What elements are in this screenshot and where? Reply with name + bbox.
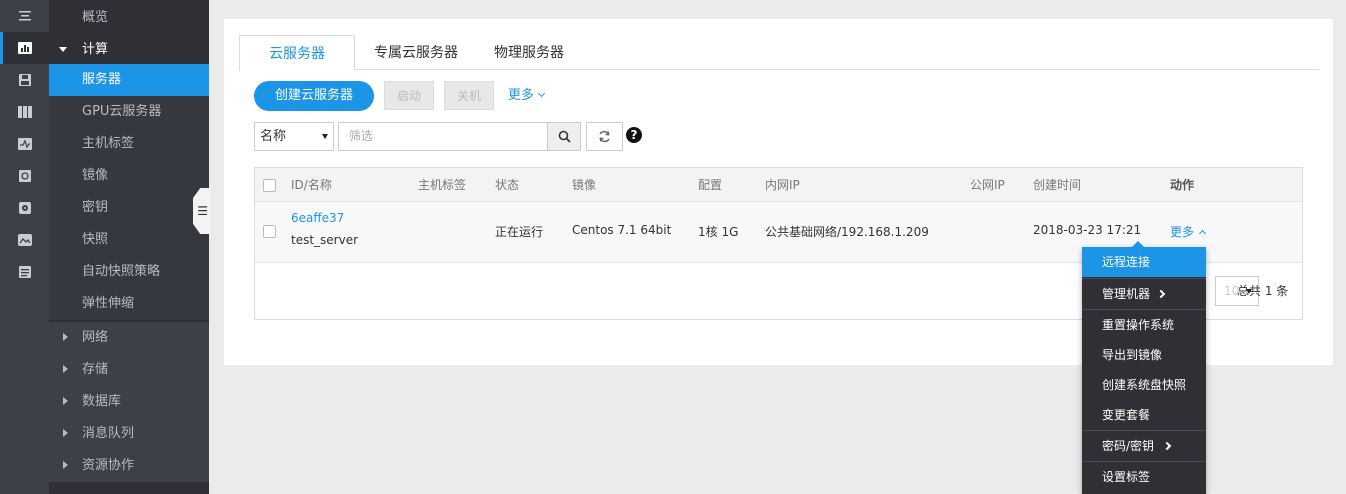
tab-physical-servers[interactable]: 物理服务器 <box>481 35 577 71</box>
start-button[interactable]: 启动 <box>384 81 434 110</box>
sidebar-group-collab[interactable]: 资源协作 <box>49 450 209 482</box>
sidebar-item-host-tags[interactable]: 主机标签 <box>49 128 209 160</box>
column-header[interactable]: ID/名称 <box>291 168 332 202</box>
sidebar-item-images[interactable]: 镜像 <box>49 160 209 192</box>
dashboard-icon[interactable] <box>0 32 49 64</box>
sidebar-group-label: 存储 <box>82 362 109 377</box>
server-id-link[interactable]: 6eaffe37 <box>291 211 344 225</box>
server-private-ip: 公共基础网络/192.168.1.209 <box>765 225 929 239</box>
refresh-box-icon[interactable] <box>0 160 49 192</box>
filter-field-select[interactable]: 名称 <box>254 122 334 151</box>
menu-item-label: 密码/密钥 <box>1102 439 1155 453</box>
sidebar-group-mq[interactable]: 消息队列 <box>49 418 209 450</box>
column-header: 内网IP <box>765 178 800 192</box>
more-label: 更多 <box>508 88 535 103</box>
table-header: ID/名称 主机标签 状态 镜像 配置 内网IP 公网IP 创建时间 动作 <box>255 168 1302 202</box>
menu-icon[interactable] <box>0 0 49 32</box>
server-image: Centos 7.1 64bit <box>572 223 672 237</box>
row-more-actions[interactable]: 更多 <box>1170 223 1207 240</box>
sidebar-group-database[interactable]: 数据库 <box>49 386 209 418</box>
sidebar-item-keys[interactable]: 密钥 <box>49 192 209 224</box>
sidebar-group-compute[interactable]: 计算 <box>49 34 209 66</box>
column-header: 配置 <box>698 178 723 192</box>
sidebar-item-auto-snapshot[interactable]: 自动快照策略 <box>49 256 209 288</box>
menu-item-reset-os[interactable]: 重置操作系统 <box>1082 310 1206 340</box>
menu-item-set-tags[interactable]: 设置标签 <box>1082 462 1206 492</box>
menu-item-label: 管理机器 <box>1102 287 1151 301</box>
refresh-button[interactable] <box>586 122 623 151</box>
caret-right-icon <box>63 429 68 437</box>
chevron-right-icon <box>1156 289 1166 299</box>
total-count: 总共 1 条 <box>1237 284 1289 298</box>
chevron-right-icon <box>1162 441 1172 451</box>
row-action-menu: 远程连接 管理机器 重置操作系统 导出到镜像 创建系统盘快照 变更套餐 密码/密… <box>1082 241 1206 494</box>
select-all-checkbox[interactable] <box>263 179 276 192</box>
collapse-icon: ☰ <box>197 204 208 218</box>
sidebar-item-servers[interactable]: 服务器 <box>49 64 209 96</box>
menu-item-change-plan[interactable]: 变更套餐 <box>1082 400 1206 430</box>
row-checkbox[interactable] <box>263 225 276 238</box>
menu-item-password-key[interactable]: 密码/密钥 <box>1082 431 1206 461</box>
sidebar-collapse-toggle[interactable]: ☰ <box>193 188 211 234</box>
row-more-label: 更多 <box>1170 225 1195 239</box>
sidebar-group-label: 数据库 <box>82 394 122 409</box>
tab-bar: 云服务器 专属云服务器 物理服务器 <box>239 35 1319 71</box>
table-icon[interactable] <box>0 96 49 128</box>
sidebar-group-label: 消息队列 <box>82 426 135 441</box>
server-name: test_server <box>291 233 359 247</box>
chevron-up-icon <box>1198 229 1207 238</box>
caret-right-icon <box>63 365 68 373</box>
sidebar-item-snapshots[interactable]: 快照 <box>49 224 209 256</box>
icon-rail <box>0 0 49 494</box>
menu-item-manage-machine[interactable]: 管理机器 <box>1082 279 1206 309</box>
caret-right-icon <box>63 333 68 341</box>
save-icon[interactable] <box>0 64 49 96</box>
menu-item-export-image[interactable]: 导出到镜像 <box>1082 340 1206 370</box>
sidebar-submenu: 概览 计算 服务器 GPU云服务器 主机标签 镜像 密钥 快照 自动快照策略 弹… <box>49 0 209 494</box>
disk-icon[interactable] <box>0 192 49 224</box>
sidebar-group-network[interactable]: 网络 <box>49 322 209 354</box>
column-header: 镜像 <box>572 178 597 192</box>
column-header: 主机标签 <box>418 178 467 192</box>
caret-right-icon <box>63 461 68 469</box>
sidebar-group-label: 资源协作 <box>82 458 135 473</box>
server-status: 正在运行 <box>495 225 544 239</box>
monitor-icon[interactable] <box>0 128 49 160</box>
server-created-time: 2018-03-23 17:21 <box>1033 223 1142 237</box>
sidebar-group-label: 计算 <box>82 42 109 57</box>
menu-item-create-snapshot[interactable]: 创建系统盘快照 <box>1082 370 1206 400</box>
more-actions-link[interactable]: 更多 <box>508 81 546 111</box>
search-button[interactable] <box>547 122 581 151</box>
help-icon[interactable]: ? <box>626 127 642 143</box>
caret-down-icon <box>59 47 67 52</box>
list-icon[interactable] <box>0 256 49 288</box>
create-server-button[interactable]: 创建云服务器 <box>254 81 374 111</box>
select-value: 名称 <box>260 129 287 144</box>
sidebar-item-autoscaling[interactable]: 弹性伸缩 <box>49 288 209 320</box>
search-input[interactable]: 筛选 <box>338 122 548 151</box>
dropdown-arrow-icon <box>322 134 328 139</box>
tab-dedicated-servers[interactable]: 专属云服务器 <box>361 35 471 71</box>
shutdown-button[interactable]: 关机 <box>444 81 494 110</box>
chevron-down-icon <box>537 89 546 98</box>
caret-right-icon <box>63 397 68 405</box>
menu-item-remote-connect[interactable]: 远程连接 <box>1082 247 1206 277</box>
search-icon <box>558 130 571 143</box>
server-config: 1核 1G <box>698 225 739 239</box>
tab-cloud-servers[interactable]: 云服务器 <box>239 35 355 71</box>
column-header[interactable]: 创建时间 <box>1033 168 1081 202</box>
column-header: 动作 <box>1170 178 1195 192</box>
column-header: 状态 <box>495 178 520 192</box>
sidebar-group-label: 网络 <box>82 330 109 345</box>
sidebar-item-gpu-servers[interactable]: GPU云服务器 <box>49 96 209 128</box>
image-icon[interactable] <box>0 224 49 256</box>
refresh-icon <box>599 130 610 143</box>
column-header: 公网IP <box>970 178 1005 192</box>
sidebar-item-overview[interactable]: 概览 <box>49 2 209 34</box>
sidebar-group-storage[interactable]: 存储 <box>49 354 209 386</box>
